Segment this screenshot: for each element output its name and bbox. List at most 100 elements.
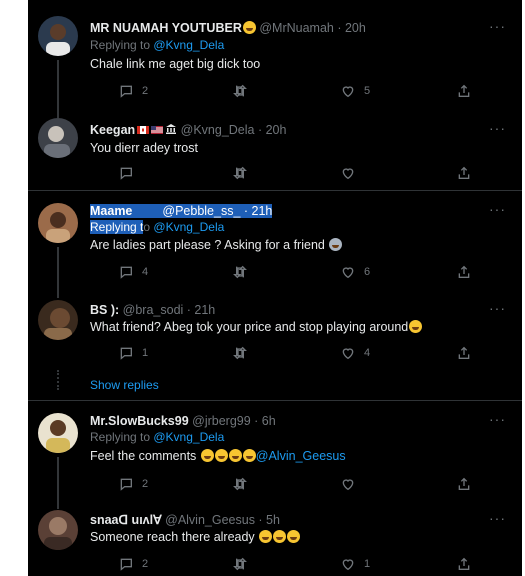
laughing-emoji-icon <box>409 320 423 333</box>
retweet-icon <box>233 265 247 279</box>
canada-flag-icon <box>137 126 150 134</box>
share-button[interactable] <box>456 82 472 100</box>
reply-icon <box>120 85 132 98</box>
retweet-button[interactable] <box>232 344 248 362</box>
tweet-keegan[interactable]: Keegan @Kvng_Dela · 20h ··· You dierr ad… <box>28 110 522 190</box>
tweet-header: BS ): @bra_sodi · 21h <box>90 302 215 318</box>
retweet-button[interactable] <box>232 164 248 182</box>
like-button[interactable]: 5 <box>340 82 370 100</box>
replying-to-link[interactable]: @Kvng_Dela <box>153 220 224 234</box>
tweet-header: MR NUAMAH YOUTUBER @MrNuamah · 20h <box>90 20 366 36</box>
reply-button[interactable]: 2 <box>118 555 148 573</box>
more-options-icon[interactable]: ··· <box>489 120 506 136</box>
share-icon <box>458 84 470 97</box>
tweet-actions: 1 4 <box>90 344 490 362</box>
share-icon <box>458 477 470 490</box>
share-icon <box>458 346 470 359</box>
retweet-button[interactable] <box>232 555 248 573</box>
laughing-emoji-icon <box>200 449 214 462</box>
grinning-emoji-icon <box>259 530 273 543</box>
retweet-button[interactable] <box>232 475 248 493</box>
like-button[interactable]: 6 <box>340 263 370 281</box>
more-options-icon[interactable]: ··· <box>489 510 506 526</box>
retweet-button[interactable] <box>232 263 248 281</box>
heart-icon <box>342 267 354 279</box>
us-flag-icon <box>151 126 164 134</box>
reply-button[interactable]: 2 <box>118 82 148 100</box>
avatar[interactable] <box>38 413 78 453</box>
more-options-icon[interactable]: ··· <box>489 18 506 34</box>
replying-to-link[interactable]: @Kvng_Dela <box>153 430 224 444</box>
reply-button[interactable]: 1 <box>118 344 148 362</box>
tweet-text: Someone reach there already <box>90 529 301 545</box>
reply-icon <box>120 558 132 571</box>
grinning-emoji-icon <box>287 530 301 543</box>
tweet-alvin[interactable]: snaaᗡ uıʌlⱯ @Alvin_Geesus · 5h ··· Someo… <box>28 501 522 576</box>
display-name[interactable]: snaaᗡ uıʌlⱯ <box>90 513 162 527</box>
replying-to: Replying to @Kvng_Dela <box>90 430 225 444</box>
replying-to-link[interactable]: @Kvng_Dela <box>153 38 224 52</box>
tweet-text: Feel the comments @Alvin_Geesus <box>90 449 346 463</box>
grimace-emoji-icon <box>329 238 343 251</box>
tweet-actions: 2 <box>90 475 490 493</box>
like-button[interactable] <box>340 475 356 493</box>
retweet-icon <box>233 477 247 491</box>
reply-icon <box>120 266 132 279</box>
retweet-button[interactable] <box>232 82 248 100</box>
display-name[interactable]: Mr.SlowBucks99 <box>90 414 189 428</box>
share-button[interactable] <box>456 555 472 573</box>
display-name[interactable]: Maame <box>90 204 155 218</box>
handle-and-time: @bra_sodi · 21h <box>122 303 216 317</box>
tweet-mr-nuamah[interactable]: MR NUAMAH YOUTUBER @MrNuamah · 20h ··· R… <box>28 0 522 110</box>
display-name[interactable]: BS ): <box>90 303 119 317</box>
avatar[interactable] <box>38 510 78 550</box>
avatar[interactable] <box>38 203 78 243</box>
replying-to: Replying to @Kvng_Dela <box>90 38 225 52</box>
tweet-header: Maame​@Pebble_ss_ · 21h <box>90 203 273 219</box>
share-button[interactable] <box>456 475 472 493</box>
display-name[interactable]: Keegan <box>90 123 135 137</box>
handle-and-time: @Alvin_Geesus · 5h <box>165 513 280 527</box>
handle-and-time: @Pebble_ss_ · 21h <box>162 204 273 218</box>
show-replies-link[interactable]: Show replies <box>90 378 159 392</box>
more-options-icon[interactable]: ··· <box>489 201 506 217</box>
tweet-actions <box>90 164 490 182</box>
thread-line <box>57 290 59 298</box>
reply-button[interactable] <box>118 164 134 182</box>
avatar[interactable] <box>38 118 78 158</box>
share-button[interactable] <box>456 263 472 281</box>
like-button[interactable] <box>340 164 356 182</box>
reply-icon <box>120 167 132 180</box>
avatar[interactable] <box>38 300 78 340</box>
share-button[interactable] <box>456 344 472 362</box>
tweet-slowbucks[interactable]: Mr.SlowBucks99 @jrberg99 · 6h ··· Replyi… <box>28 401 522 501</box>
share-icon <box>458 265 470 278</box>
retweet-icon <box>233 557 247 571</box>
tweet-header: Keegan @Kvng_Dela · 20h <box>90 122 286 138</box>
more-options-icon[interactable]: ··· <box>489 411 506 427</box>
tweet-actions: 2 1 <box>90 555 490 573</box>
tweet-bs[interactable]: BS ): @bra_sodi · 21h ··· What friend? A… <box>28 290 522 400</box>
laughing-emoji-icon <box>228 449 242 462</box>
more-options-icon[interactable]: ··· <box>489 300 506 316</box>
avatar[interactable] <box>38 16 78 56</box>
display-name[interactable]: MR NUAMAH YOUTUBER <box>90 21 242 35</box>
share-button[interactable] <box>456 164 472 182</box>
tweet-text: Are ladies part please ? Asking for a fr… <box>90 237 343 253</box>
handle-and-time: @jrberg99 · 6h <box>192 414 276 428</box>
like-button[interactable]: 1 <box>340 555 370 573</box>
handle-and-time: @MrNuamah · 20h <box>259 21 366 35</box>
like-button[interactable]: 4 <box>340 344 370 362</box>
replying-to: Replying to @Kvng_Dela <box>90 220 225 234</box>
thread-line <box>57 110 59 118</box>
retweet-icon <box>233 346 247 360</box>
reply-button[interactable]: 2 <box>118 475 148 493</box>
reply-button[interactable]: 4 <box>118 263 148 281</box>
share-icon <box>458 166 470 179</box>
heart-icon <box>342 479 354 491</box>
tweet-actions: 2 5 <box>90 82 490 100</box>
thread-line <box>57 457 59 501</box>
mention-link[interactable]: @Alvin_Geesus <box>256 449 346 463</box>
tweet-maame[interactable]: Maame​@Pebble_ss_ · 21h ··· Replying to … <box>28 191 522 290</box>
thread-line <box>57 247 59 290</box>
